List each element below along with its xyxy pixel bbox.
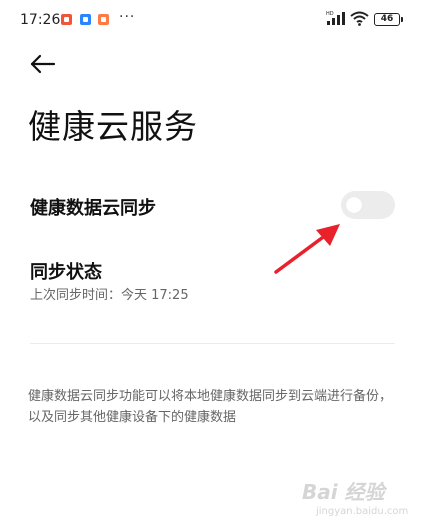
- sync-status-label: 同步状态: [30, 262, 102, 283]
- svg-text:HD: HD: [326, 11, 334, 17]
- back-button[interactable]: [28, 50, 60, 78]
- app-notification-icon: [80, 14, 91, 25]
- health-cloud-sync-row[interactable]: 健康数据云同步: [0, 180, 425, 236]
- watermark-logo: Bai 经验: [302, 480, 385, 504]
- page-title: 健康云服务: [28, 107, 198, 146]
- status-bar: 17:26 ··· HD 46: [0, 0, 425, 40]
- health-cloud-sync-toggle[interactable]: [341, 191, 395, 219]
- wifi-icon: [350, 11, 369, 26]
- watermark-url: jingyan.baidu.com: [316, 506, 409, 517]
- app-notification-icon: [61, 14, 72, 25]
- sync-status-row[interactable]: 同步状态 上次同步时间：今天 17:25: [0, 250, 425, 310]
- screen: 17:26 ··· HD 46 健康云服务 健康数据云同步 同步状态 上次同步时…: [0, 0, 425, 531]
- back-arrow-icon: [30, 54, 56, 74]
- divider: [30, 343, 395, 344]
- battery-icon: 46: [374, 13, 403, 26]
- annotation-arrow-icon: [274, 224, 340, 274]
- toggle-knob: [346, 197, 362, 213]
- signal-icon: HD: [326, 11, 345, 25]
- status-time: 17:26: [20, 12, 61, 28]
- last-sync-time: 上次同步时间：今天 17:25: [30, 288, 189, 303]
- sync-description: 健康数据云同步功能可以将本地健康数据同步到云端进行备份，以及同步其他健康设备下的…: [28, 389, 393, 425]
- health-cloud-sync-label: 健康数据云同步: [30, 198, 156, 219]
- watermark: Bai 经验 jingyan.baidu.com: [302, 476, 422, 528]
- app-notification-icon: [98, 14, 109, 25]
- more-notifications-icon: ···: [119, 9, 136, 25]
